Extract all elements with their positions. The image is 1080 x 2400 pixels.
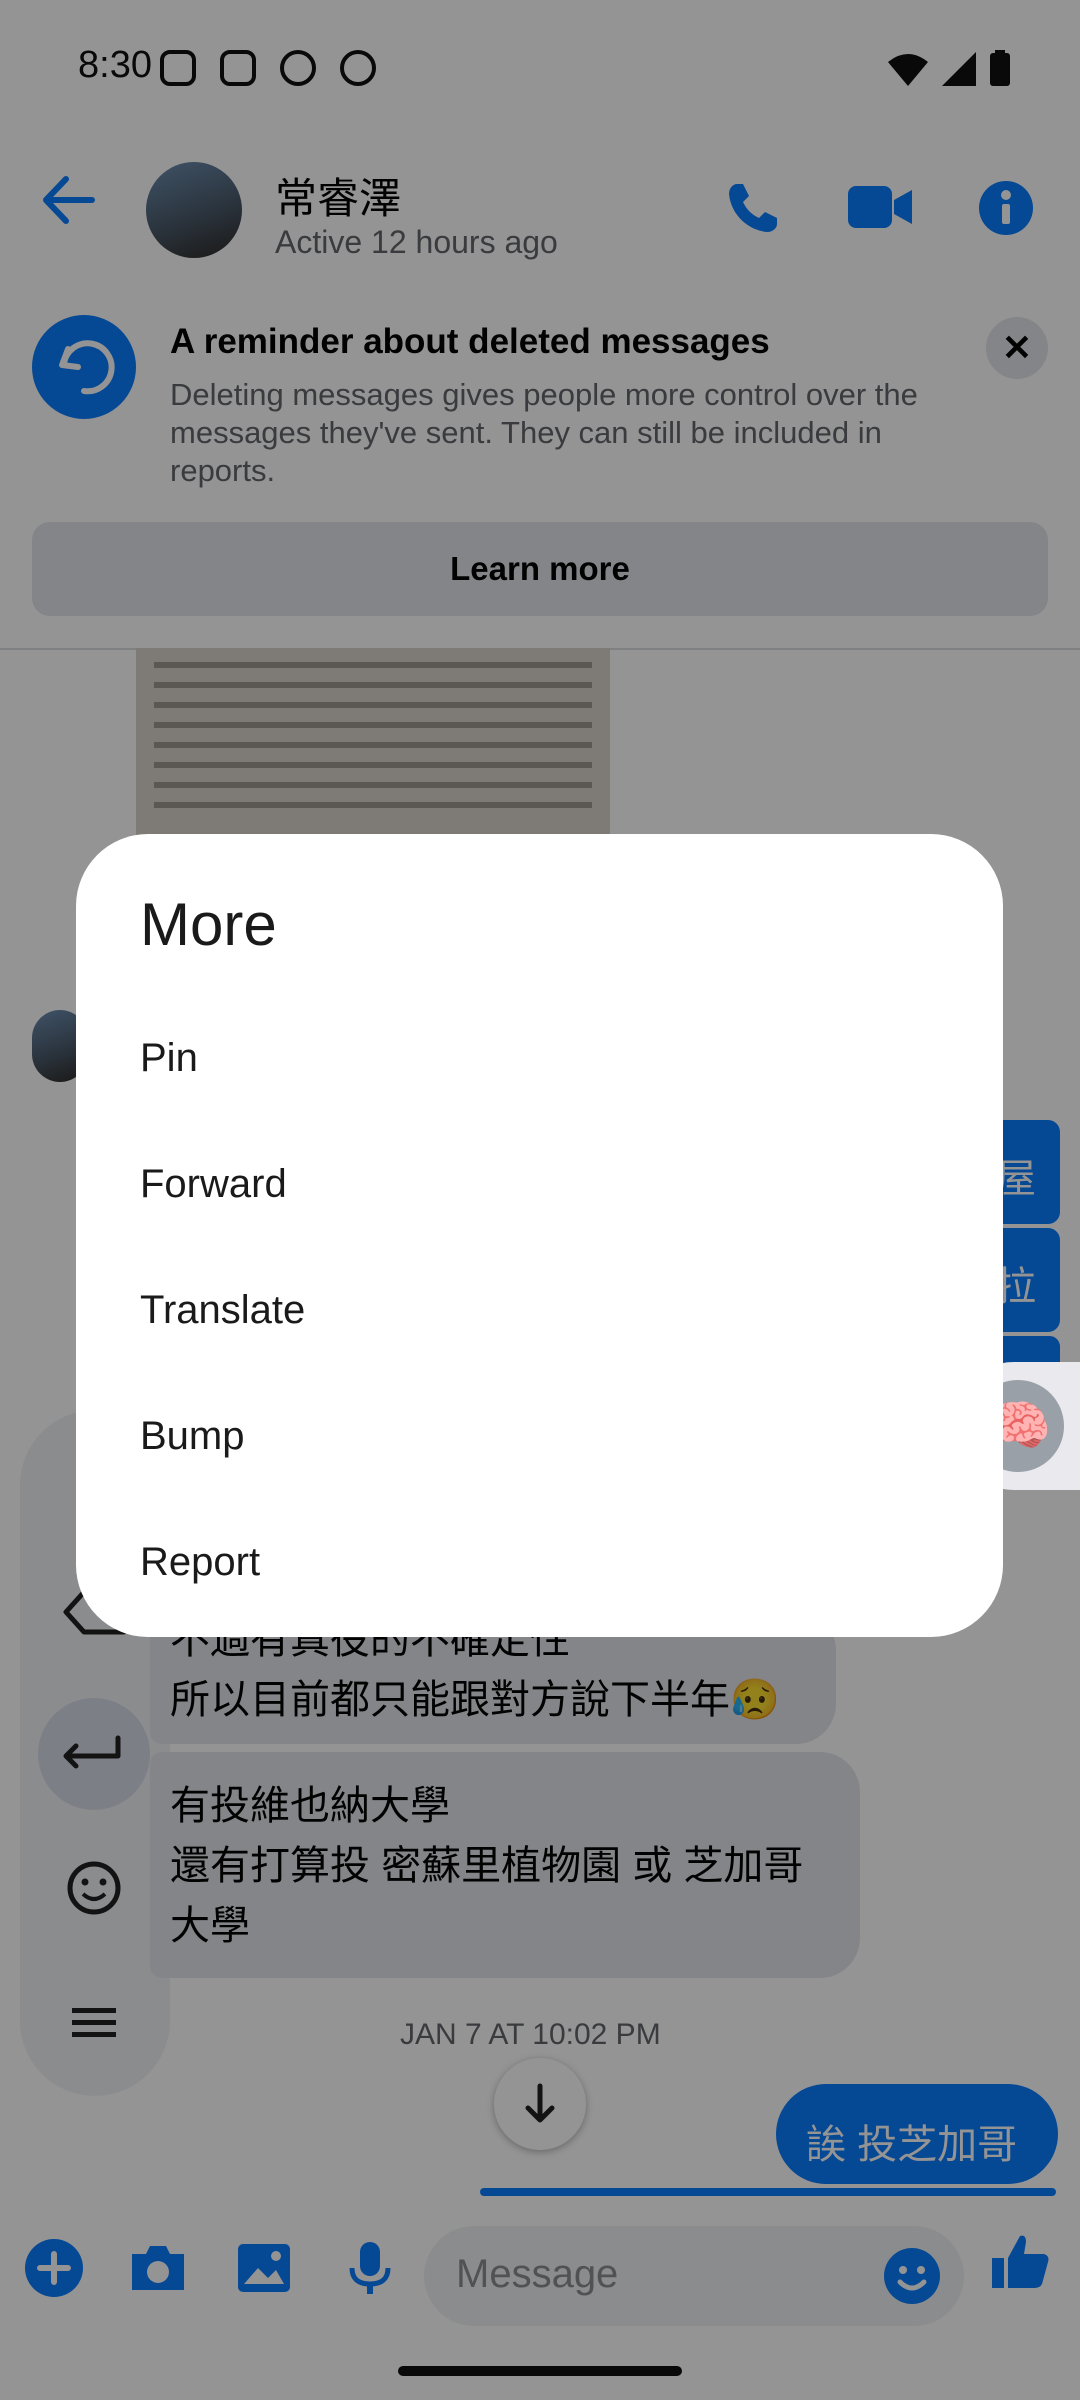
menu-item-pin[interactable]: Pin (76, 994, 1003, 1120)
more-dialog: More Pin Forward Translate Bump Report (76, 834, 1003, 1637)
dialog-title: More (140, 891, 277, 958)
menu-item-translate[interactable]: Translate (76, 1246, 1003, 1372)
menu-item-forward[interactable]: Forward (76, 1120, 1003, 1246)
menu-item-report[interactable]: Report (76, 1498, 1003, 1624)
menu-item-bump[interactable]: Bump (76, 1372, 1003, 1498)
